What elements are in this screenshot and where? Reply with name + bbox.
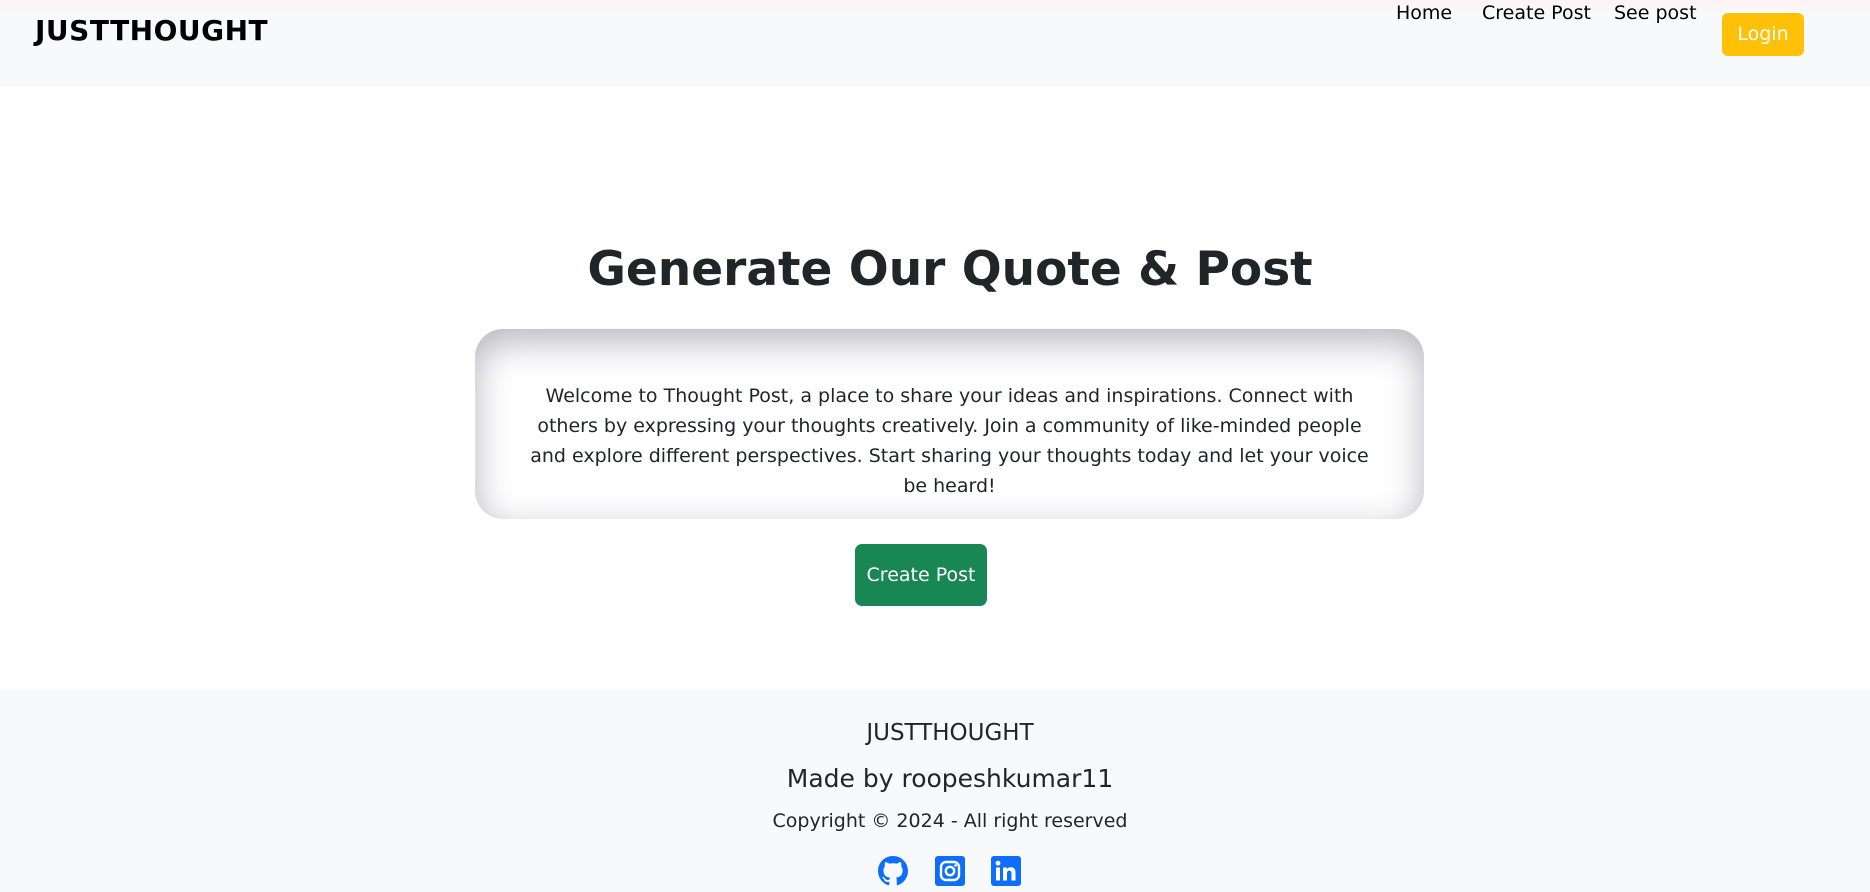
- nav-link-see-post[interactable]: See post: [1614, 0, 1697, 26]
- instagram-icon[interactable]: [935, 856, 965, 886]
- intro-card: Welcome to Thought Post, a place to shar…: [475, 329, 1424, 519]
- page-title: Generate Our Quote & Post: [587, 242, 1313, 297]
- navbar: JUSTTHOUGHT Home Create Post See post Lo…: [0, 0, 1870, 87]
- create-post-button[interactable]: Create Post: [855, 544, 987, 606]
- footer-brand: JUSTTHOUGHT: [866, 720, 1034, 746]
- nav-link-create-post[interactable]: Create Post: [1482, 0, 1591, 26]
- footer-made-by: Made by roopeshkumar11: [786, 764, 1114, 793]
- intro-text: Welcome to Thought Post, a place to shar…: [530, 385, 1369, 497]
- brand-logo[interactable]: JUSTTHOUGHT: [35, 14, 268, 47]
- linkedin-icon[interactable]: [991, 856, 1021, 886]
- github-icon[interactable]: [878, 856, 908, 886]
- login-button[interactable]: Login: [1722, 13, 1804, 56]
- nav-link-home[interactable]: Home: [1396, 0, 1452, 26]
- footer-copyright: Copyright © 2024 - All right reserved: [772, 810, 1128, 832]
- footer: JUSTTHOUGHT Made by roopeshkumar11 Copyr…: [0, 690, 1870, 892]
